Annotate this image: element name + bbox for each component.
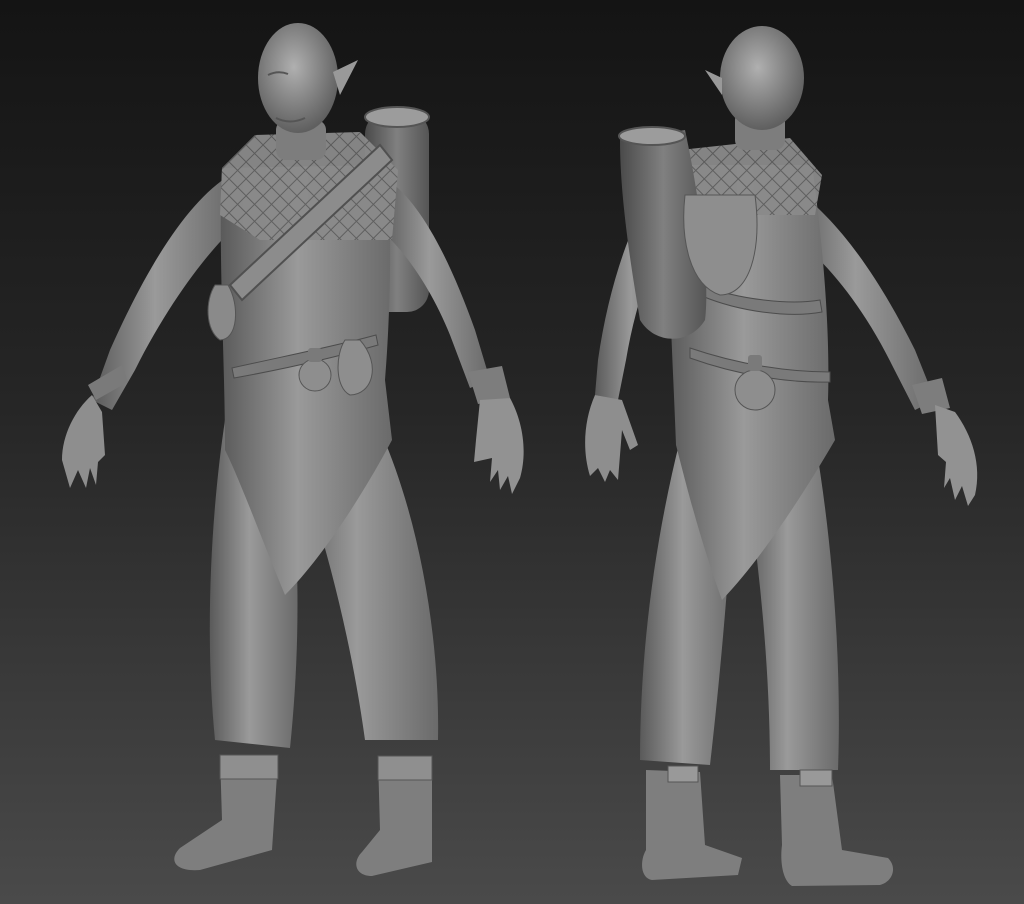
front-hand-right <box>474 398 524 494</box>
back-boot-left <box>642 770 742 880</box>
back-hand-right <box>935 405 978 506</box>
sculpt-viewport <box>0 0 1024 904</box>
front-hand-left <box>62 395 105 488</box>
front-head <box>258 23 358 133</box>
sculpt-render <box>62 23 978 886</box>
back-view-figure <box>585 26 978 886</box>
back-head <box>705 26 804 130</box>
back-ear <box>705 70 722 95</box>
back-boot-right <box>780 775 894 886</box>
front-view-figure <box>62 23 524 876</box>
back-hand-left <box>585 395 638 482</box>
